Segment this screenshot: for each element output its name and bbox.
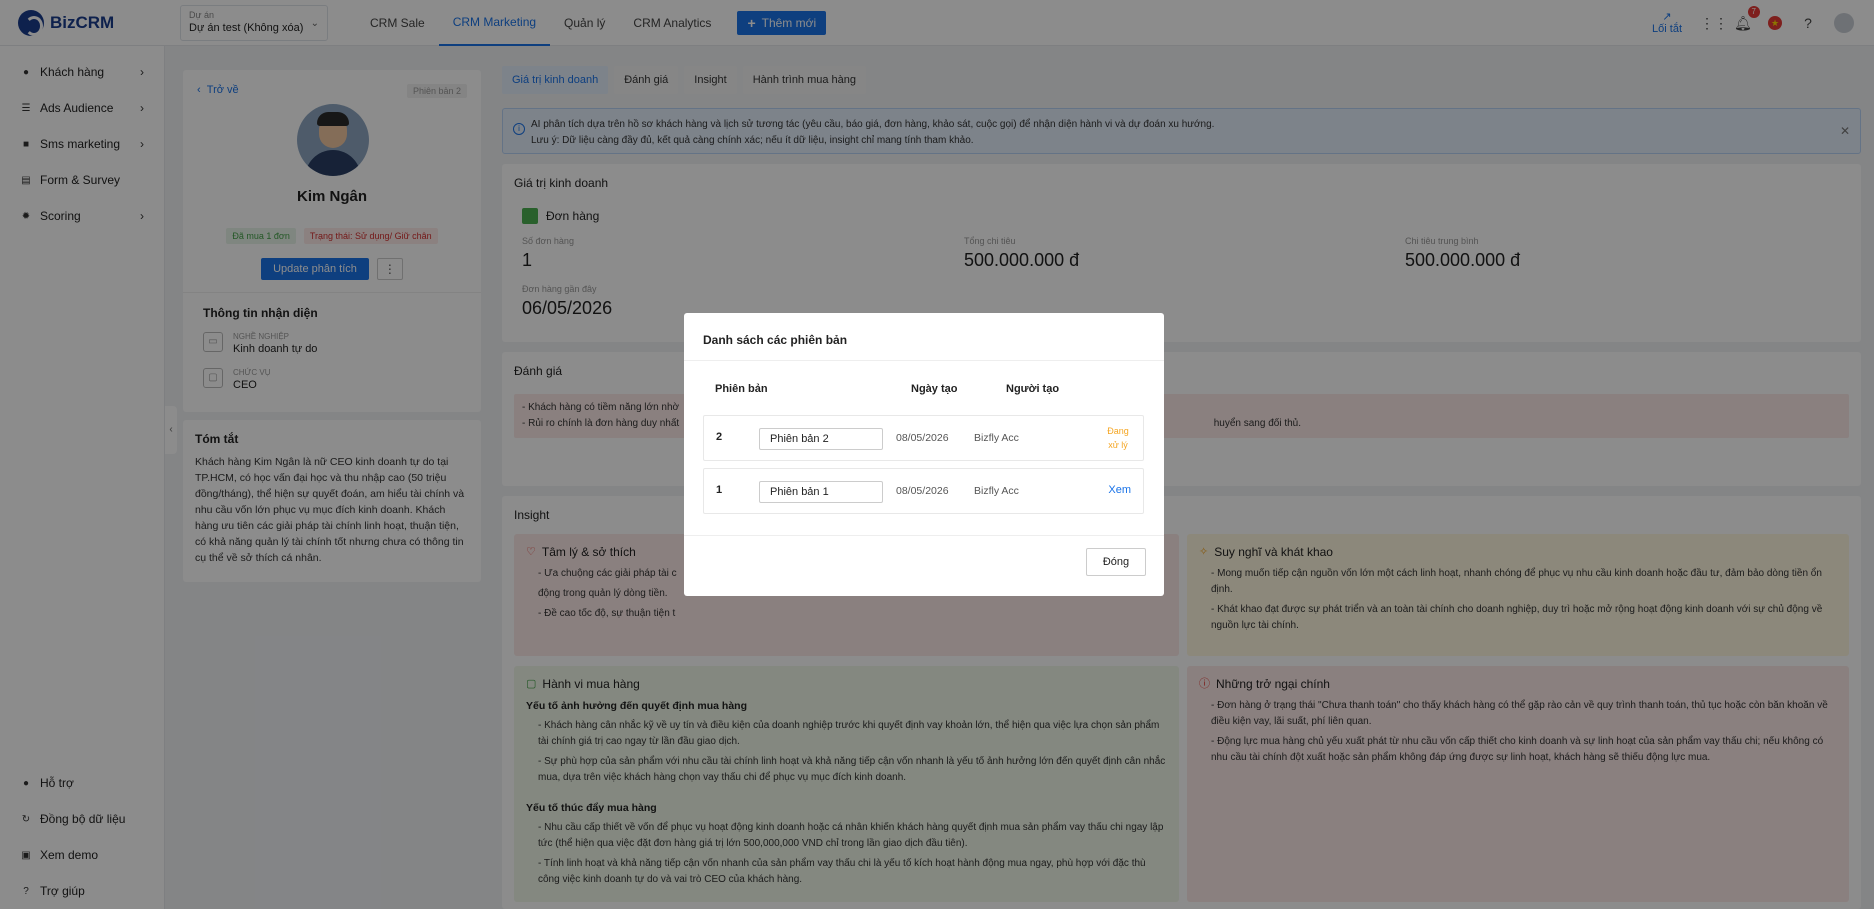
view-version-link[interactable]: Xem	[1108, 484, 1131, 496]
header-date: Ngày tạo	[911, 383, 958, 395]
version-creator: Bizfly Acc	[974, 432, 1019, 444]
modal-title: Danh sách các phiên bản	[703, 333, 848, 347]
header-version: Phiên bản	[715, 383, 768, 395]
version-creator: Bizfly Acc	[974, 485, 1019, 497]
header-creator: Người tạo	[1006, 383, 1060, 395]
version-row: 2 08/05/2026 Bizfly Acc Đang xử lý	[703, 415, 1144, 461]
status-processing: Đang xử lý	[1107, 426, 1129, 450]
close-button[interactable]: Đóng	[1086, 548, 1146, 576]
version-number: 1	[716, 484, 723, 496]
version-date: 08/05/2026	[896, 485, 949, 497]
version-date: 08/05/2026	[896, 432, 949, 444]
version-row: 1 08/05/2026 Bizfly Acc Xem	[703, 468, 1144, 514]
version-number: 2	[716, 431, 723, 443]
version-name-input[interactable]	[759, 428, 883, 450]
version-name-input[interactable]	[759, 481, 883, 503]
version-list-modal: Danh sách các phiên bản Phiên bản Ngày t…	[684, 313, 1164, 596]
